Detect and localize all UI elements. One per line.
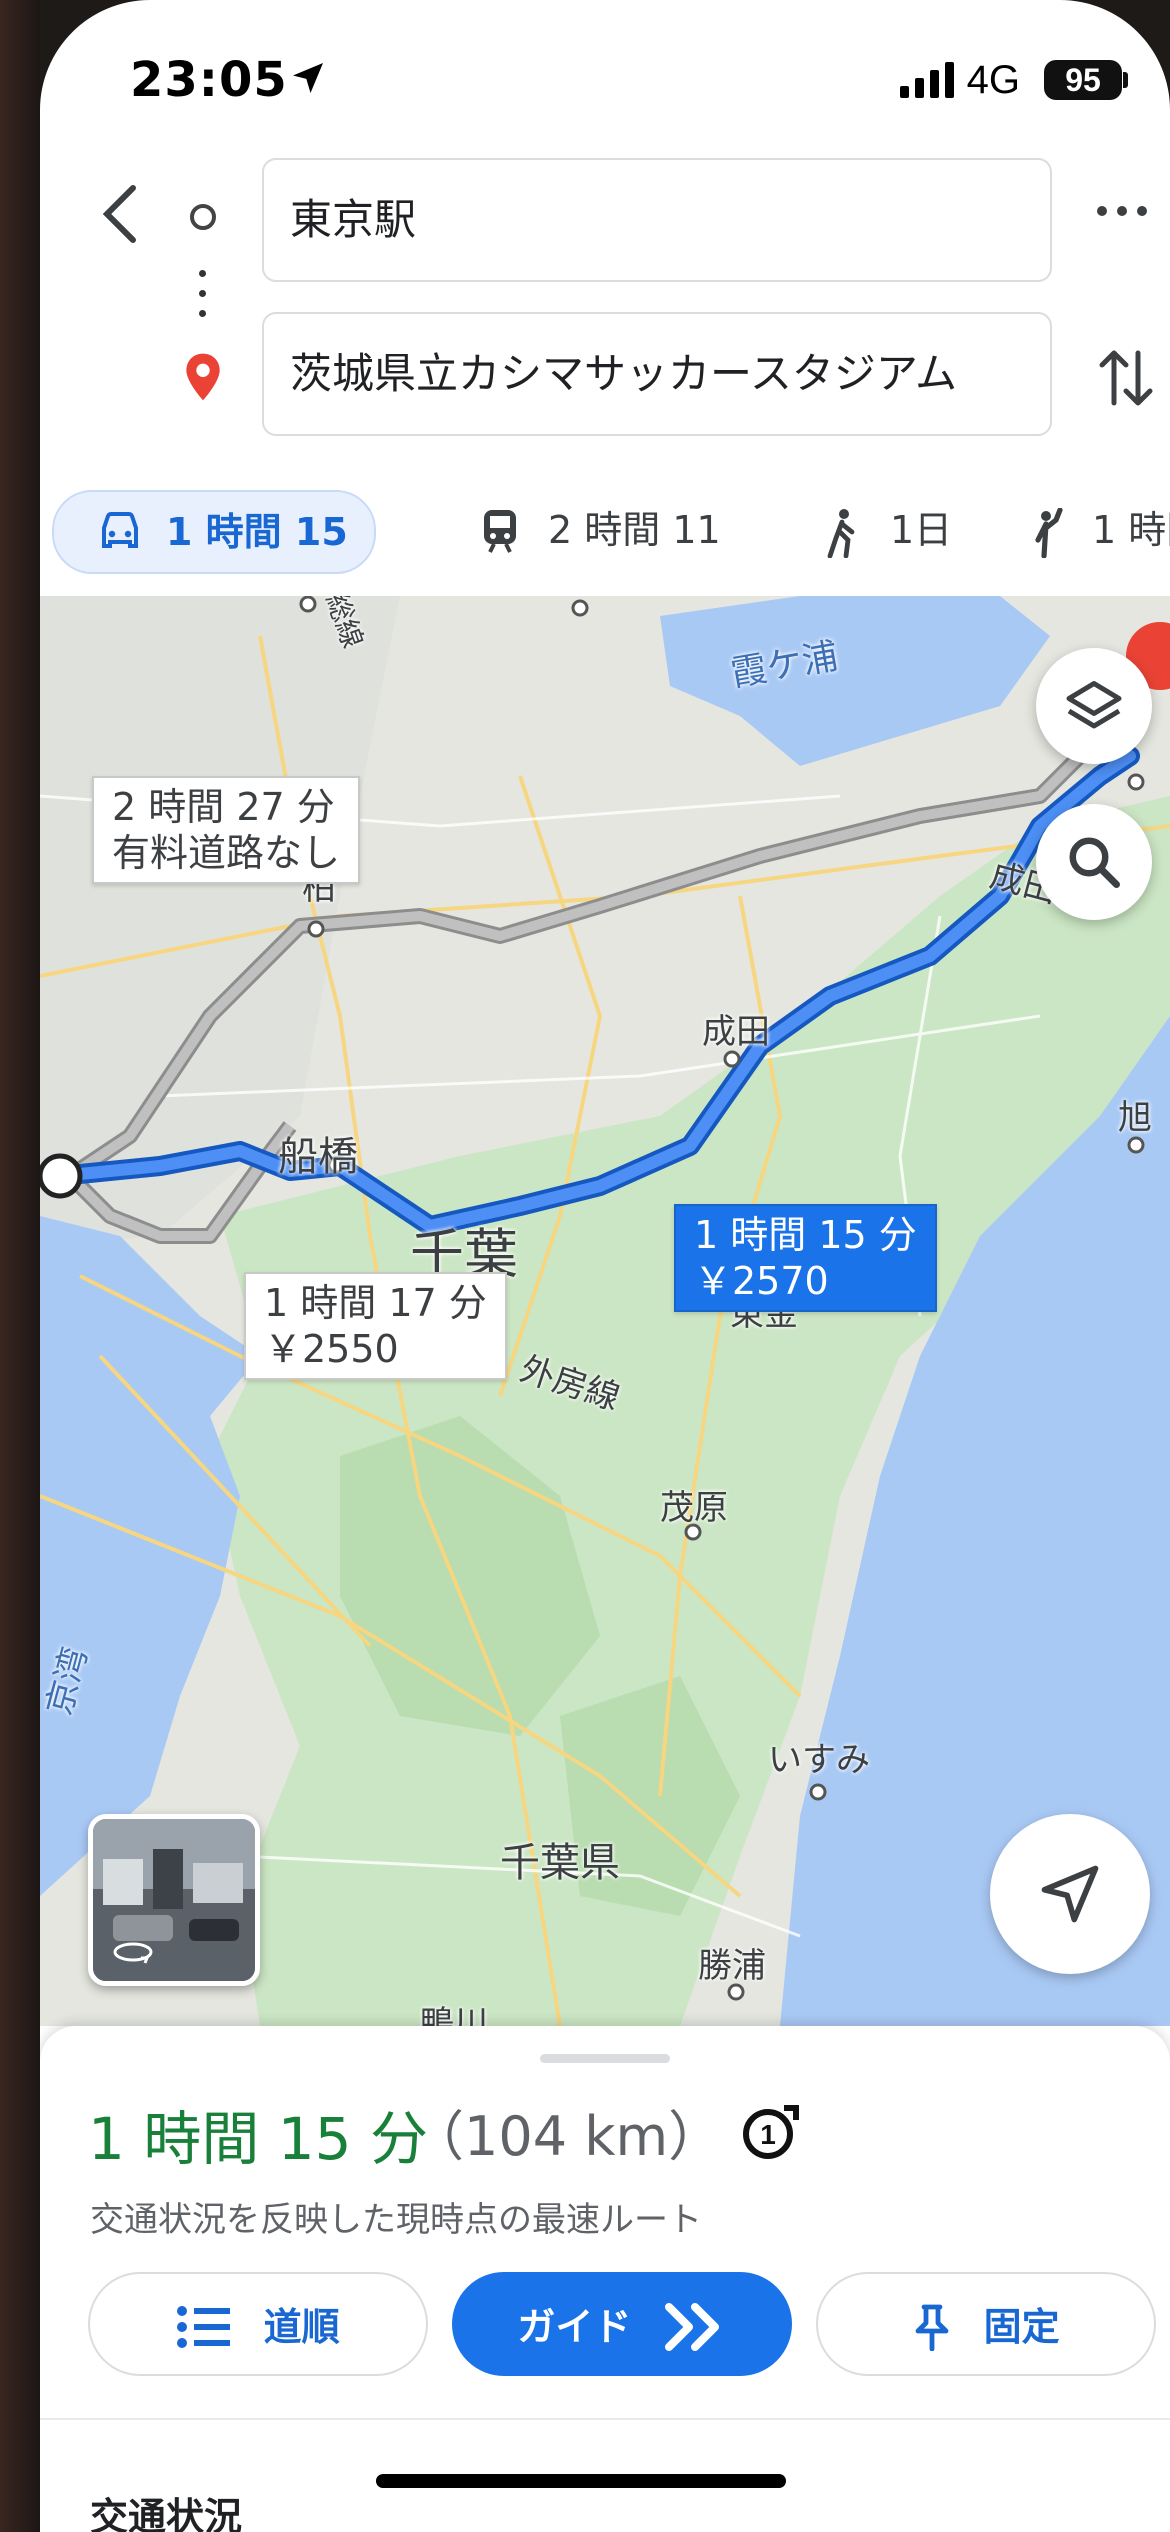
more-options-icon[interactable] bbox=[1092, 196, 1152, 226]
pin-button[interactable]: 固定 bbox=[816, 2272, 1156, 2376]
route-description: 交通状況を反映した現時点の最速ルート bbox=[90, 2200, 702, 2240]
steps-label: 道順 bbox=[263, 2304, 340, 2349]
phone-frame bbox=[0, 0, 40, 2532]
origin-circle-icon bbox=[190, 204, 216, 230]
double-chevron-icon bbox=[664, 2302, 719, 2351]
person-hail-icon bbox=[1035, 508, 1063, 558]
layers-button[interactable] bbox=[1036, 648, 1152, 764]
tab-walk-label: 1日 bbox=[890, 508, 953, 552]
svg-text:1: 1 bbox=[760, 2119, 776, 2150]
map-label-chiba-pref: 千葉県 bbox=[500, 1840, 620, 1886]
route-callout-no-toll[interactable]: 2 時間 27 分 有料道路なし bbox=[92, 776, 361, 884]
search-along-route-button[interactable] bbox=[1036, 804, 1152, 920]
walk-icon bbox=[827, 509, 855, 558]
swap-icon[interactable] bbox=[1098, 345, 1154, 411]
status-bar: 23:05 4G 95 bbox=[40, 0, 1170, 150]
route-badge-icon: 1 bbox=[743, 2105, 799, 2159]
pin-label: 固定 bbox=[983, 2304, 1060, 2349]
traffic-section-title: 交通状況 bbox=[90, 2495, 243, 2532]
battery-tip bbox=[1123, 72, 1128, 88]
tab-rideshare[interactable]: 1 時間 bbox=[1010, 490, 1170, 570]
car-icon bbox=[102, 512, 138, 548]
battery-icon: 95 bbox=[1044, 60, 1122, 100]
pin-icon bbox=[915, 2304, 949, 2351]
rotate-360-icon bbox=[113, 1942, 153, 1964]
tab-transit-label: 2 時間 11 bbox=[548, 508, 721, 552]
route-callout-no-toll-note: 有料道路なし bbox=[112, 831, 341, 875]
tab-drive-label: 1 時間 15 bbox=[166, 510, 348, 554]
search-icon bbox=[1069, 837, 1120, 888]
map-label-mobara: 茂原 bbox=[660, 1488, 728, 1528]
travel-mode-tabs: 1 時間 15 2 時間 11 1日 1 時間 bbox=[40, 480, 1170, 590]
navigation-arrow-icon bbox=[1041, 1865, 1099, 1923]
map-view[interactable]: 総線 霞ケ浦 柏 成田 成田線 旭 船橋 千葉 東金 外房線 茂原 いすみ 千葉… bbox=[40, 596, 1170, 2026]
map-label-narita: 成田 bbox=[702, 1012, 770, 1052]
route-callout-alt[interactable]: 1 時間 17 分 ￥2550 bbox=[244, 1272, 507, 1380]
home-indicator[interactable] bbox=[376, 2474, 786, 2488]
map-label-isumi: いすみ bbox=[768, 1740, 870, 1780]
route-distance: （104 km） bbox=[410, 2105, 723, 2168]
tab-drive[interactable]: 1 時間 15 bbox=[52, 490, 376, 574]
map-label-funabashi: 船橋 bbox=[278, 1134, 358, 1180]
status-time: 23:05 bbox=[130, 52, 288, 108]
tab-transit[interactable]: 2 時間 11 bbox=[440, 490, 740, 570]
tab-walk[interactable]: 1日 bbox=[780, 490, 960, 570]
map-label-asahi: 旭 bbox=[1118, 1098, 1152, 1138]
street-view-thumbnail[interactable] bbox=[88, 1814, 260, 1986]
map-label-kamogawa: 鴨川 bbox=[420, 2004, 488, 2026]
recenter-button[interactable] bbox=[990, 1814, 1150, 1974]
guide-label: ガイド bbox=[517, 2304, 632, 2349]
list-icon bbox=[177, 2305, 231, 2348]
train-icon bbox=[484, 510, 516, 553]
origin-input[interactable]: 東京駅 bbox=[262, 158, 1052, 282]
drag-handle[interactable] bbox=[540, 2054, 670, 2063]
route-callout-main-cost: ￥2570 bbox=[694, 1259, 829, 1303]
location-arrow-icon bbox=[293, 63, 323, 93]
signal-icon bbox=[900, 62, 954, 98]
network-type: 4G bbox=[966, 58, 1020, 102]
map-label-katsuura: 勝浦 bbox=[698, 1946, 766, 1986]
route-dots-icon bbox=[199, 270, 206, 330]
route-summary-sheet: 1 時間 15 分 （104 km） 1 交通状況を反映した現時点の最速ルート … bbox=[40, 2026, 1170, 2532]
steps-button[interactable]: 道順 bbox=[88, 2272, 428, 2376]
back-arrow-icon[interactable] bbox=[85, 170, 155, 260]
route-callout-main[interactable]: 1 時間 15 分 ￥2570 bbox=[674, 1204, 937, 1312]
destination-pin-icon bbox=[186, 353, 220, 401]
phone-screen: 23:05 4G 95 東京駅 茨城県立カシマサッカースタジアム 1 時間 15… bbox=[40, 0, 1170, 2532]
route-callout-alt-cost: ￥2550 bbox=[264, 1327, 399, 1371]
route-callout-main-time: 1 時間 15 分 bbox=[694, 1213, 917, 1257]
route-callout-no-toll-time: 2 時間 27 分 bbox=[112, 785, 335, 829]
route-callout-alt-time: 1 時間 17 分 bbox=[264, 1281, 487, 1325]
sheet-divider bbox=[40, 2418, 1170, 2420]
destination-input[interactable]: 茨城県立カシマサッカースタジアム bbox=[262, 312, 1052, 436]
route-duration: 1 時間 15 分 bbox=[88, 2105, 429, 2173]
guide-button[interactable]: ガイド bbox=[452, 2272, 792, 2376]
tab-rideshare-label: 1 時間 bbox=[1092, 508, 1170, 552]
layers-icon bbox=[1066, 681, 1122, 729]
